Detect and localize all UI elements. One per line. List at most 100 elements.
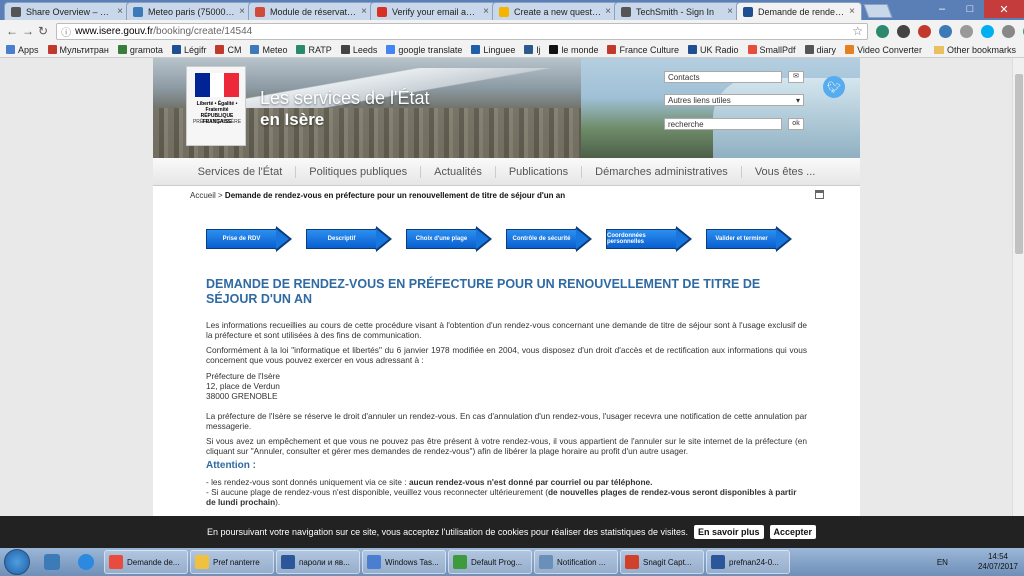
taskbar-window-button[interactable]: prefnan24-0... — [706, 550, 790, 574]
extension-icon[interactable] — [918, 24, 932, 38]
step-arrow-fill — [675, 228, 689, 250]
bookmark-favicon-icon — [471, 45, 481, 54]
notice-text: - Si aucune plage de rendez-vous n'est d… — [206, 487, 548, 497]
minimize-icon[interactable]: – — [928, 0, 956, 18]
twitter-icon[interactable]: 🐦︎ — [823, 76, 845, 98]
maximize-icon[interactable]: □ — [956, 0, 984, 18]
forward-icon[interactable]: → — [22, 23, 34, 39]
taskbar-window-button[interactable]: Snagit Capt... — [620, 550, 704, 574]
bookmark-item[interactable]: Linguee — [471, 45, 515, 55]
bookmark-favicon-icon — [340, 45, 350, 54]
notice-line-2: - Si aucune plage de rendez-vous n'est d… — [206, 487, 807, 507]
page-scrollbar[interactable] — [1012, 58, 1024, 516]
bookmark-item[interactable]: RATP — [296, 45, 332, 55]
browser-tab[interactable]: Share Overview – TechSmith × — [4, 2, 130, 20]
bookmark-star-icon[interactable]: ☆ — [852, 24, 863, 38]
bookmark-item[interactable]: CM — [215, 45, 241, 55]
close-tab-icon[interactable]: × — [361, 6, 367, 17]
bookmark-label: gramota — [129, 44, 163, 55]
browser-tab[interactable]: TechSmith - Sign In × — [614, 2, 740, 20]
clock-date: 24/07/2017 — [977, 562, 1018, 571]
main-nav: Services de l'État Politiques publiques Ac… — [153, 158, 860, 186]
scrollbar-thumb[interactable] — [1015, 74, 1023, 254]
main-nav-item[interactable]: Actualités — [421, 165, 496, 178]
clock[interactable]: 14:54 24/07/2017 — [978, 552, 1018, 572]
bookmark-item[interactable]: SmallPdf — [747, 44, 796, 55]
taskbar-window-button[interactable]: Pref nanterre — [190, 550, 274, 574]
mail-icon[interactable]: ✉ — [788, 71, 804, 83]
bookmark-item[interactable]: le monde — [549, 45, 598, 55]
close-tab-icon[interactable]: × — [483, 6, 489, 17]
search-ok-button[interactable]: ok — [788, 118, 804, 130]
prefecture-logo[interactable]: Liberté • Égalité • Fraternité RÉPUBLIQU… — [186, 66, 246, 146]
bookmark-label: UK Radio — [700, 44, 739, 55]
main-nav-item[interactable]: Vous êtes ... — [742, 166, 829, 178]
bookmark-item[interactable]: Video Converter — [845, 45, 922, 55]
cookie-accept-button[interactable]: Accepter — [769, 525, 817, 539]
extension-icon[interactable] — [981, 24, 995, 38]
breadcrumb-separator: > — [215, 191, 225, 200]
browser-tab[interactable]: Verify your email address× — [370, 2, 496, 20]
bookmark-item[interactable]: Мультитран — [47, 45, 109, 55]
booking-step: Coordonnées personnelles — [606, 226, 692, 252]
browser-tab[interactable]: Meteo paris (75000 - FR × — [126, 2, 252, 20]
main-nav-item[interactable]: Politiques publiques — [296, 165, 422, 178]
bookmark-item[interactable]: Légifr — [171, 44, 207, 55]
cookie-more-button[interactable]: En savoir plus — [693, 525, 764, 539]
bookmark-item[interactable]: diary — [804, 45, 836, 55]
taskbar-window-button[interactable]: Notification ... — [534, 550, 618, 574]
start-button[interactable] — [4, 549, 30, 575]
taskbar-window-button[interactable]: Demande de... — [104, 550, 188, 574]
language-indicator[interactable]: EN — [937, 558, 948, 567]
bookmark-label: SmallPdf — [759, 44, 796, 55]
close-tab-icon[interactable]: × — [605, 6, 611, 17]
new-tab-button[interactable] — [863, 4, 893, 18]
main-nav-item[interactable]: Publications — [496, 165, 583, 178]
close-tab-icon[interactable]: × — [239, 6, 245, 17]
close-window-icon[interactable]: ✕ — [984, 0, 1024, 18]
back-icon[interactable]: ← — [6, 23, 18, 39]
step-label: Valider et terminer — [706, 229, 776, 249]
address-bar[interactable]: ⓘ www.isere.gouv.fr /booking/create/1454… — [56, 22, 869, 40]
extension-icon[interactable] — [960, 24, 974, 38]
close-tab-icon[interactable]: × — [117, 6, 123, 17]
browser-tab[interactable]: Create a new question or× — [492, 2, 618, 20]
bookmark-item[interactable]: UK Radio — [688, 45, 739, 55]
site-title[interactable]: Les services de l'État en Isère — [260, 88, 430, 130]
breadcrumb-home[interactable]: Accueil — [190, 191, 216, 200]
bookmark-item[interactable]: google translate — [386, 45, 462, 55]
ie-pinned-icon[interactable] — [70, 550, 102, 574]
bookmark-item[interactable]: lj — [524, 45, 540, 55]
other-bookmarks-label: Other bookmarks — [946, 44, 1016, 55]
taskbar-window-button[interactable]: Windows Tas... — [362, 550, 446, 574]
main-nav-item[interactable]: Services de l'État — [185, 165, 297, 178]
bookmark-item[interactable]: France Culture — [607, 45, 679, 55]
bookmark-item[interactable]: Apps — [6, 45, 39, 55]
close-tab-icon[interactable]: × — [727, 6, 733, 17]
bookmark-label: google translate — [398, 44, 463, 55]
print-icon[interactable] — [815, 190, 824, 199]
extension-icon[interactable] — [1002, 24, 1016, 38]
taskbar-window-button[interactable]: Default Prog... — [448, 550, 532, 574]
browser-tab[interactable]: Module de réservation × — [248, 2, 374, 20]
close-tab-icon[interactable]: × — [849, 6, 855, 17]
bookmark-item[interactable]: gramota — [117, 44, 163, 55]
extension-icon[interactable] — [876, 24, 890, 38]
extension-icon[interactable] — [939, 24, 953, 38]
reload-icon[interactable]: ↻ — [38, 23, 48, 39]
other-links-select[interactable]: Autres liens utiles ▾ — [664, 94, 804, 106]
browser-tab[interactable]: Demande de rendez-vous × — [736, 2, 862, 20]
window-controls: – □ ✕ — [928, 0, 1024, 18]
bookmark-item[interactable]: Leeds — [340, 45, 377, 55]
search-input[interactable]: recherche — [664, 118, 782, 130]
contacts-link[interactable]: Contacts — [664, 71, 782, 83]
favicon-icon — [499, 6, 509, 17]
bookmark-label: Légifr — [183, 44, 207, 55]
bookmark-item[interactable]: Meteo — [250, 45, 287, 55]
taskbar-window-button[interactable]: пароли и яв... — [276, 550, 360, 574]
other-bookmarks[interactable]: Other bookmarks — [933, 44, 1016, 55]
bookmark-favicon-icon — [117, 45, 127, 54]
main-nav-item[interactable]: Démarches administratives — [582, 165, 742, 178]
extension-icon[interactable] — [897, 24, 911, 38]
explorer-pinned-icon[interactable] — [36, 550, 68, 574]
